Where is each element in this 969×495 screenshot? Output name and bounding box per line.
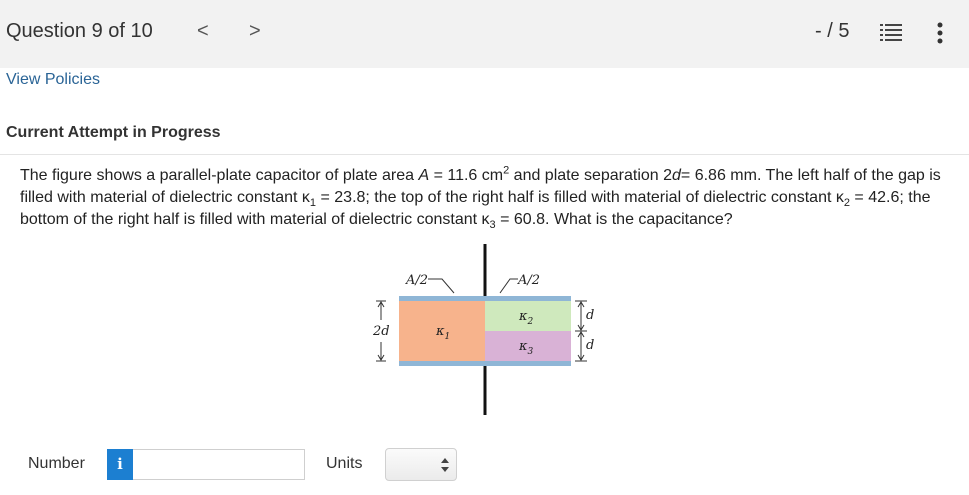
bottom-plate xyxy=(399,361,571,366)
select-arrows-icon xyxy=(441,458,449,472)
units-label: Units xyxy=(326,455,363,472)
gap-label: 2d xyxy=(372,324,390,339)
units-select[interactable] xyxy=(385,448,457,481)
more-options-icon[interactable] xyxy=(930,20,950,46)
view-policies-link[interactable]: View Policies xyxy=(6,71,100,89)
score-display: - / 5 xyxy=(815,20,850,42)
question-list-icon[interactable] xyxy=(880,22,902,44)
capacitor-figure: A/2 A/2 κ1 κ2 κ3 2d d d xyxy=(372,244,594,415)
number-label: Number xyxy=(28,455,85,472)
right-area-label: A/2 xyxy=(517,273,540,288)
question-text: The figure shows a parallel-plate capaci… xyxy=(20,164,941,232)
next-question-button[interactable]: > xyxy=(249,20,261,43)
attempt-status-heading: Current Attempt in Progress xyxy=(6,124,221,141)
number-input[interactable] xyxy=(133,449,305,480)
question-header-bar: Question 9 of 10 < > - / 5 xyxy=(0,0,969,68)
divider xyxy=(0,154,969,155)
previous-question-button[interactable]: < xyxy=(197,20,209,43)
info-icon[interactable]: i xyxy=(107,449,133,480)
d-label-bottom: d xyxy=(586,338,594,353)
d-label-top: d xyxy=(586,308,594,323)
top-plate xyxy=(399,296,571,301)
right-leader xyxy=(499,278,518,294)
left-area-label: A/2 xyxy=(405,273,428,288)
question-title: Question 9 of 10 xyxy=(6,20,153,42)
left-leader xyxy=(428,278,455,294)
